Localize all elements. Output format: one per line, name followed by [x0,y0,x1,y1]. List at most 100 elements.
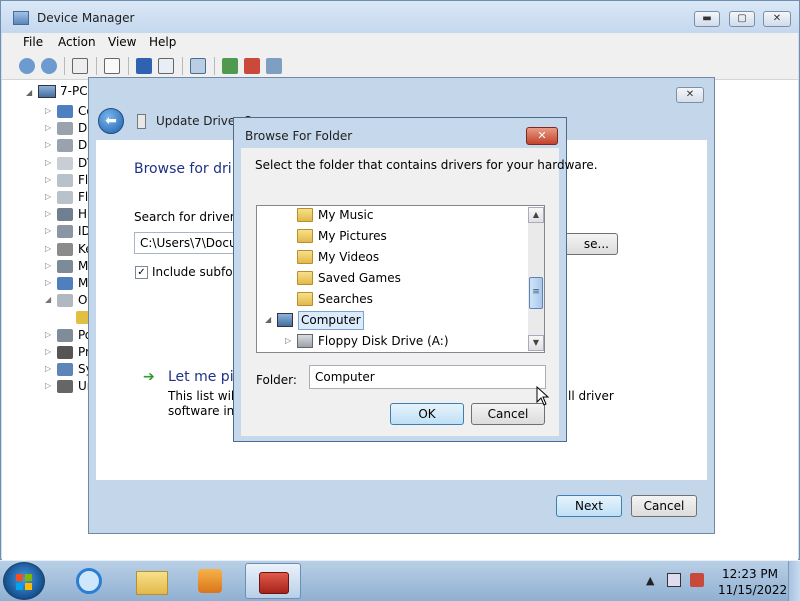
tree-item[interactable]: ▷ Po [2,327,92,345]
include-subfolders-checkbox[interactable]: ✓ [135,266,148,279]
scan-hardware-icon[interactable] [190,58,206,74]
tray-show-hidden-icon[interactable]: ▲ [646,574,654,587]
tree-item[interactable]: ▷ Ke [2,241,93,259]
folder-tree-item[interactable]: Saved Games [257,268,525,289]
tree-expander-icon[interactable]: ▷ [45,106,51,115]
tree-expander-icon[interactable]: ▷ [45,261,51,270]
device-category-icon [57,345,73,359]
folder-tree-item-label: My Videos [318,250,380,264]
clock-time[interactable]: 12:23 PM [722,567,778,581]
let-me-pick-link[interactable]: Let me pi [168,369,234,385]
menu-view[interactable]: View [108,35,136,49]
tree-expander-icon[interactable]: ▷ [45,158,51,167]
tree-expander-icon[interactable]: ▷ [45,123,51,132]
tree-expander-icon[interactable]: ◢ [265,315,271,324]
tree-item[interactable]: ▷ Di [2,120,92,138]
tree-expander-icon[interactable]: ▷ [45,244,51,253]
taskbar-device-manager[interactable] [245,563,301,599]
menu-action[interactable]: Action [58,35,96,49]
clock-date[interactable]: 11/15/2022 [718,583,787,597]
tree-item[interactable]: ▷ ID [2,223,92,241]
tree-expander-icon[interactable]: ▷ [45,381,51,390]
folder-tree-item[interactable]: My Videos [257,247,525,268]
ok-button[interactable]: OK [390,403,464,425]
tree-expander-icon[interactable]: ◢ [45,295,51,304]
tree-expander-icon[interactable]: ▷ [45,175,51,184]
folder-input[interactable]: Computer [309,365,546,389]
update-driver-icon[interactable] [222,58,238,74]
tree-item[interactable]: ◢ Ot [2,292,92,310]
folder-tree-item[interactable]: ▷ Floppy Disk Drive (A:) [257,331,525,352]
taskbar-internet-explorer[interactable] [62,563,118,599]
tree-item-label: Fl [78,172,89,187]
folder-tree-item[interactable]: My Music [257,206,525,226]
folder-tree-scrollbar[interactable]: ▲ ≡ ▼ [528,207,544,351]
action-pane-icon[interactable] [158,58,174,74]
minimize-button[interactable]: ▬ [694,11,720,27]
menu-help[interactable]: Help [149,35,176,49]
folder-tree-item-label: Saved Games [318,271,401,285]
tree-item-label: M [78,258,89,273]
tree-expander-icon[interactable]: ▷ [45,140,51,149]
internet-explorer-icon [76,568,102,594]
wizard-cancel-button[interactable]: Cancel [631,495,697,517]
tree-expander-icon[interactable]: ▷ [45,226,51,235]
show-hide-console-tree-icon[interactable] [72,58,88,74]
dialog-client-area: Select the folder that contains drivers … [241,148,598,436]
dialog-close-button[interactable]: ✕ [526,127,558,145]
tree-expander-icon[interactable]: ▷ [285,336,291,345]
maximize-button[interactable]: ▢ [729,11,755,27]
back-arrow-icon[interactable]: ⬅ [98,108,124,134]
forward-arrow-icon[interactable] [41,58,57,74]
tree-item[interactable] [2,309,92,327]
tree-item[interactable]: ▷ Fl [2,189,92,207]
taskbar-windows-explorer[interactable] [122,563,178,599]
volume-muted-icon[interactable] [690,573,704,587]
mouse-cursor-icon [536,386,550,406]
tree-expander-icon[interactable]: ▷ [45,364,51,373]
tree-root-label[interactable]: 7-PC [60,84,88,98]
tree-item[interactable]: ▷ Sy [2,361,93,379]
network-icon[interactable] [667,573,681,587]
folder-tree-item[interactable]: Searches [257,289,525,310]
tree-item[interactable]: ▷ Co [2,103,94,121]
taskbar-media-player[interactable] [182,563,238,599]
tree-item[interactable]: ▷ Pr [2,344,92,362]
music-folder-icon [297,208,313,222]
tree-item[interactable]: ▷ Ur [2,378,92,396]
folder-tree[interactable]: My Music My Pictures My Videos Saved Games S… [256,205,545,353]
tree-expander-icon[interactable]: ▷ [45,192,51,201]
properties-icon[interactable] [104,58,120,74]
cancel-button[interactable]: Cancel [471,403,545,425]
close-button[interactable]: ✕ [763,11,791,27]
folder-tree-item[interactable]: ◢ Computer [257,310,525,331]
tree-item[interactable]: ▷ DV [2,155,95,173]
show-desktop-button[interactable] [788,561,800,601]
tree-expander-icon[interactable]: ▷ [45,209,51,218]
menu-file[interactable]: File [23,35,43,49]
device-manager-titlebar[interactable]: Device Manager ▬ ▢ ✕ [1,1,799,33]
tree-item[interactable]: ▷ Di [2,137,92,155]
next-button[interactable]: Next [556,495,622,517]
tree-item[interactable]: ▷ M [2,258,92,276]
tree-expander-icon[interactable]: ▷ [45,278,51,287]
let-me-pick-description-tail: ll driver [568,389,614,403]
start-button[interactable] [3,562,45,600]
scroll-down-button[interactable]: ▼ [528,335,544,351]
toolbar-separator [96,57,97,75]
tree-item[interactable]: ▷ Hu [2,206,95,224]
help-icon[interactable] [136,58,152,74]
include-subfolders-label[interactable]: Include subfold [152,265,244,279]
scroll-thumb[interactable]: ≡ [529,277,543,309]
enable-device-icon[interactable] [266,58,282,74]
back-arrow-icon[interactable] [19,58,35,74]
wizard-close-button[interactable]: ✕ [676,87,704,103]
scroll-up-button[interactable]: ▲ [528,207,544,223]
tree-item[interactable]: ▷ Fl [2,172,92,190]
tree-expander-icon[interactable]: ▷ [45,330,51,339]
folder-tree-item[interactable]: My Pictures [257,226,525,247]
tree-expander-icon[interactable]: ▷ [45,347,51,356]
tree-root-expander[interactable]: ◢ [26,88,32,97]
tree-item[interactable]: ▷ M [2,275,92,293]
uninstall-device-icon[interactable] [244,58,260,74]
